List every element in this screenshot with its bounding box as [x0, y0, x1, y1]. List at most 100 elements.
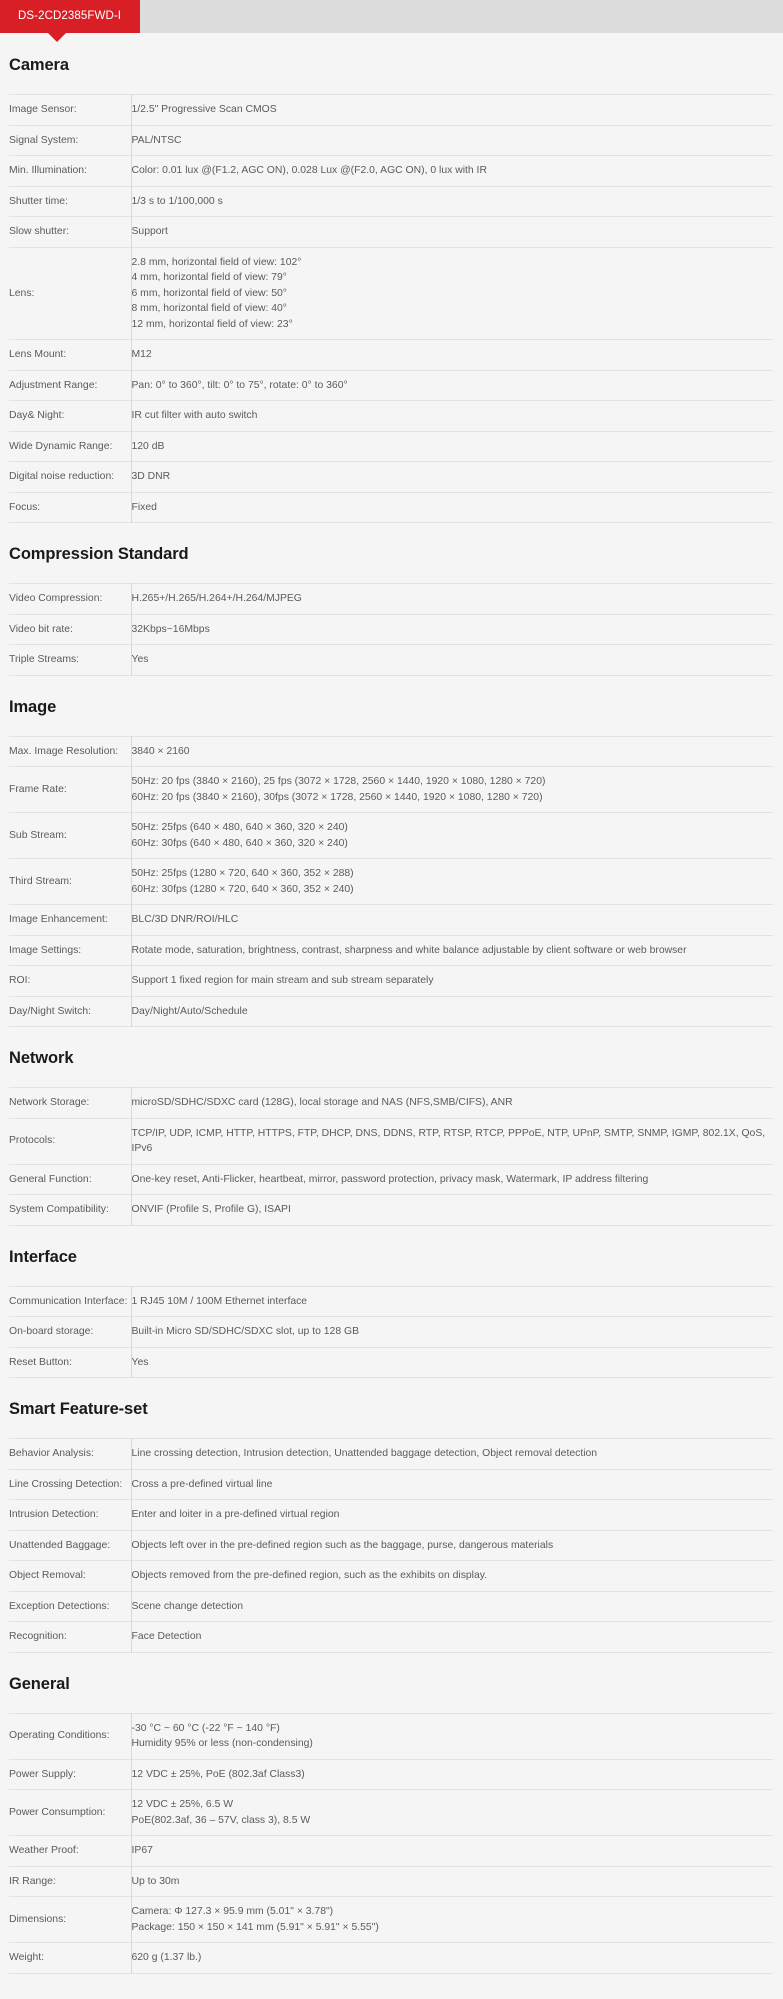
spec-sections: Camera Image Sensor: 1/2.5" Progressive Sc… [0, 33, 783, 1974]
spec-value: ONVIF (Profile S, Profile G), ISAPI [130, 1194, 773, 1225]
table-row: Min. Illumination: Color: 0.01 lux @(F1.2… [9, 155, 773, 186]
table-row: Line Crossing Detection: Cross a pre-defi… [9, 1469, 773, 1500]
table-row: On-board storage: Built-in Micro SD/SDHC/… [9, 1316, 773, 1347]
table-row: Video bit rate: 32Kbps~16Mbps [9, 614, 773, 645]
spec-value: IR cut filter with auto switch [130, 400, 773, 431]
spec-key: On-board storage: [9, 1326, 94, 1337]
section-title: Interface [9, 1247, 77, 1266]
table-row: Day/Night Switch: Day/Night/Auto/Schedule [9, 996, 773, 1027]
spec-value-line: Rotate mode, saturation, brightness, con… [131, 944, 687, 956]
spec-value-line: Line crossing detection, Intrusion detec… [131, 1448, 598, 1459]
spec-value: 2.8 mm, horizontal field of view: 102° 4 … [130, 247, 773, 340]
spec-value-line: Fixed [131, 501, 157, 513]
table-row: Shutter time: 1/3 s to 1/100,000 s [9, 186, 773, 217]
spec-value: Face Detection [130, 1621, 773, 1652]
spec-value: 50Hz: 25fps (640 × 480, 640 × 360, 320 ×… [130, 812, 773, 859]
spec-value: 12 VDC ± 25%, PoE (802.3af Class3) [130, 1759, 773, 1790]
spec-key: Max. Image Resolution: [9, 745, 119, 757]
spec-table: Max. Image Resolution: 3840 × 2160 Frame R… [9, 736, 773, 1028]
spec-value-line: M12 [131, 349, 152, 360]
spec-value-line: 60Hz: 30fps (640 × 480, 640 × 360, 320 ×… [131, 837, 348, 849]
spec-value: TCP/IP, UDP, ICMP, HTTP, HTTPS, FTP, DHC… [130, 1118, 773, 1164]
table-row: Triple Streams: Yes [9, 644, 773, 675]
table-row: Weight: 620 g (1.37 lb.) [9, 1942, 773, 1973]
spec-value: 620 g (1.37 lb.) [130, 1942, 773, 1973]
spec-value-line: IR cut filter with auto switch [131, 410, 258, 421]
spec-value-line: microSD/SDHC/SDXC card (128G), local sto… [131, 1097, 513, 1108]
spec-value-line: -30 °C ~ 60 °C (-22 °F ~ 140 °F) [131, 1722, 280, 1734]
spec-value: M12 [130, 339, 773, 370]
product-tab-bar: DS-2CD2385FWD-I [0, 0, 783, 42]
spec-section: Smart Feature-set Behavior Analysis: Line … [9, 1378, 773, 1653]
spec-value: -30 °C ~ 60 °C (-22 °F ~ 140 °F) Humidity… [130, 1713, 773, 1759]
table-row: Digital noise reduction: 3D DNR [9, 461, 773, 492]
spec-key: Dimensions: [9, 1913, 67, 1925]
spec-key: Day& Night: [9, 410, 65, 421]
table-row: Exception Detections: Scene change detect… [9, 1591, 773, 1622]
spec-key: System Compatibility: [9, 1204, 109, 1215]
spec-section: Camera Image Sensor: 1/2.5" Progressive Sc… [9, 33, 773, 523]
spec-value-line: H.265+/H.265/H.264+/H.264/MJPEG [131, 593, 302, 604]
spec-key: Triple Streams: [9, 654, 80, 665]
spec-value-line: BLC/3D DNR/ROI/HLC [131, 914, 239, 925]
table-row: Image Enhancement: BLC/3D DNR/ROI/HLC [9, 904, 773, 935]
spec-value: Objects removed from the pre-defined reg… [130, 1560, 773, 1591]
spec-value-line: TCP/IP, UDP, ICMP, HTTP, HTTPS, FTP, DHC… [131, 1127, 766, 1155]
spec-key: Frame Rate: [9, 783, 67, 795]
table-row: Sub Stream: 50Hz: 25fps (640 × 480, 640 ×… [9, 812, 773, 859]
table-row: Video Compression: H.265+/H.265/H.264+/H.… [9, 583, 773, 614]
spec-value-line: 32Kbps~16Mbps [131, 623, 210, 635]
spec-value: Scene change detection [130, 1591, 773, 1622]
spec-table: Image Sensor: 1/2.5" Progressive Scan CMO… [9, 94, 773, 523]
spec-key: Power Consumption: [9, 1806, 106, 1818]
spec-value: 12 VDC ± 25%, 6.5 W PoE(802.3af, 36 – 57V… [130, 1789, 773, 1836]
spec-value-line: Yes [131, 1356, 149, 1368]
spec-value: 50Hz: 20 fps (3840 × 2160), 25 fps (3072… [130, 766, 773, 813]
spec-value-line: Support [131, 226, 168, 237]
spec-key: Object Removal: [9, 1570, 86, 1581]
spec-value-line: IP67 [131, 1845, 153, 1856]
table-row: Network Storage: microSD/SDHC/SDXC card (… [9, 1087, 773, 1118]
spec-value-line: Pan: 0° to 360°, tilt: 0° to 75°, rotate… [131, 379, 348, 391]
spec-value-line: PoE(802.3af, 36 – 57V, class 3), 8.5 W [131, 1814, 311, 1826]
spec-value: Up to 30m [130, 1866, 773, 1897]
spec-value: Rotate mode, saturation, brightness, con… [130, 935, 773, 966]
spec-key: Operating Conditions: [9, 1730, 110, 1742]
table-row: Dimensions: Camera: Φ 127.3 × 95.9 mm (5.… [9, 1896, 773, 1943]
spec-value-line: 2.8 mm, horizontal field of view: 102° [131, 256, 302, 268]
spec-value: H.265+/H.265/H.264+/H.264/MJPEG [130, 583, 773, 614]
table-row: Operating Conditions: -30 °C ~ 60 °C (-22… [9, 1713, 773, 1759]
spec-key: Image Settings: [9, 944, 82, 956]
spec-key: General Function: [9, 1173, 92, 1185]
section-title: Smart Feature-set [9, 1400, 148, 1418]
table-row: Unattended Baggage: Objects left over in … [9, 1530, 773, 1561]
spec-sheet-page: DS-2CD2385FWD-I Camera Image Sensor: 1/2.5… [0, 0, 783, 1978]
spec-key: ROI: [9, 975, 31, 986]
spec-value: Enter and loiter in a pre-defined virtua… [130, 1499, 773, 1530]
tab-product-model[interactable]: DS-2CD2385FWD-I [0, 0, 141, 33]
table-row: IR Range: Up to 30m [9, 1866, 773, 1897]
spec-value-line: 60Hz: 20 fps (3840 × 2160), 30fps (3072 … [131, 791, 543, 803]
spec-key: Slow shutter: [9, 226, 70, 237]
spec-value-line: 60Hz: 30fps (1280 × 720, 640 × 360, 352 … [131, 883, 354, 895]
table-row: Focus: Fixed [9, 492, 773, 523]
spec-key: Adjustment Range: [9, 379, 98, 391]
spec-section: General Operating Conditions: -30 °C ~ 60 … [9, 1653, 773, 1974]
spec-key: Communication Interface: [9, 1295, 128, 1307]
spec-value-line: 620 g (1.37 lb.) [131, 1952, 202, 1963]
spec-value-line: 8 mm, horizontal field of view: 40° [131, 303, 287, 314]
table-row: Power Consumption: 12 VDC ± 25%, 6.5 W PoE… [9, 1789, 773, 1836]
spec-table: Behavior Analysis: Line crossing detectio… [9, 1438, 773, 1653]
spec-key: Protocols: [9, 1135, 56, 1147]
table-row: Image Sensor: 1/2.5" Progressive Scan CMO… [9, 94, 773, 125]
spec-value: 3840 × 2160 [130, 736, 773, 767]
spec-value-line: ONVIF (Profile S, Profile G), ISAPI [131, 1204, 291, 1215]
table-row: System Compatibility: ONVIF (Profile S, P… [9, 1194, 773, 1225]
table-row: Behavior Analysis: Line crossing detectio… [9, 1438, 773, 1469]
spec-value-line: Yes [131, 654, 149, 665]
spec-value-line: Objects removed from the pre-defined reg… [131, 1570, 488, 1581]
table-row: Power Supply: 12 VDC ± 25%, PoE (802.3af … [9, 1759, 773, 1790]
table-row: Adjustment Range: Pan: 0° to 360°, tilt: … [9, 370, 773, 401]
spec-value-line: 50Hz: 25fps (640 × 480, 640 × 360, 320 ×… [131, 822, 348, 833]
spec-key: Weight: [9, 1952, 45, 1963]
